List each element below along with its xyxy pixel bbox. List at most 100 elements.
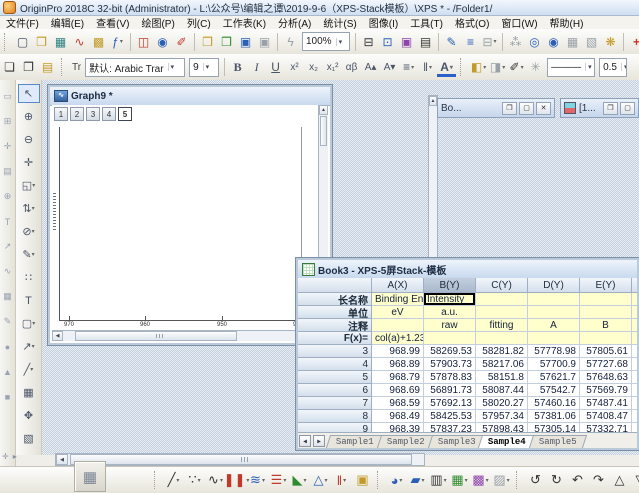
snap-layer-button[interactable]: ≡ (461, 32, 480, 51)
cell[interactable] (528, 306, 580, 319)
layer-grid-button[interactable]: ▦ (74, 461, 106, 492)
increase-font-button[interactable]: A▴ (361, 58, 380, 77)
sheet-tab[interactable]: Sample2 (377, 435, 435, 448)
alignment-button[interactable]: ≡ (399, 58, 418, 77)
zoom-icon[interactable]: ⊕ (1, 189, 15, 204)
cell[interactable]: Binding En (372, 293, 424, 306)
cell[interactable] (632, 371, 637, 384)
cell[interactable]: 57569.79 (580, 384, 632, 397)
layer-button[interactable]: 3 (86, 107, 100, 121)
scrollbar-thumb[interactable] (320, 116, 327, 146)
scatter-plot-button[interactable]: ∵ (184, 470, 205, 491)
menu-item[interactable]: 工作表(K) (217, 16, 272, 30)
cell[interactable]: 57487.41 (580, 397, 632, 410)
cell[interactable]: col(a)+1.23 (372, 332, 424, 345)
cell[interactable]: 968.59 (372, 397, 424, 410)
curve-icon[interactable]: ∿ (1, 264, 15, 279)
menu-item[interactable]: 查看(V) (90, 16, 135, 30)
new-layout-button[interactable]: ◫ (134, 32, 153, 51)
notes-icon[interactable]: ▤ (1, 164, 15, 179)
text-tool[interactable]: T (18, 291, 40, 310)
cell[interactable] (632, 384, 637, 397)
column-header[interactable]: D(Y) (528, 278, 580, 293)
graph-canvas[interactable]: 12345 970960950940 (52, 105, 318, 330)
cell[interactable]: 57542.7 (528, 384, 580, 397)
mask-tool[interactable]: ⊘ (18, 222, 40, 241)
sheet-tab[interactable]: Sample4 (478, 435, 536, 448)
draw-data-tool[interactable]: ✎ (18, 245, 40, 264)
restore-button[interactable]: ❐ (502, 102, 517, 115)
arrow-tool[interactable]: ↗ (18, 337, 40, 356)
scroll-left-button[interactable]: ◀ (52, 331, 63, 341)
menu-item[interactable]: 绘图(P) (135, 16, 180, 30)
glow-button[interactable]: ✳ (526, 58, 545, 77)
new-project-button[interactable]: ▢ (13, 32, 32, 51)
cell[interactable]: 968.89 (372, 358, 424, 371)
greek-button[interactable]: αβ (342, 58, 361, 77)
cell[interactable] (528, 293, 580, 306)
open-button[interactable]: ❒ (198, 32, 217, 51)
print-preview-button[interactable]: ⊡ (378, 32, 397, 51)
layer-button[interactable]: 4 (102, 107, 116, 121)
cell[interactable]: 57460.16 (528, 397, 580, 410)
image-plot-button[interactable]: ▨ (491, 470, 512, 491)
plot-3d-button[interactable]: ▰ (407, 470, 428, 491)
cell[interactable] (476, 293, 528, 306)
slide-view-button[interactable]: ◉ (153, 32, 172, 51)
new-folder-button[interactable]: ❒ (32, 32, 51, 51)
cell[interactable]: 58151.8 (476, 371, 528, 384)
underline-button[interactable]: U (266, 58, 285, 77)
line-plot-button[interactable]: ╱ (163, 470, 184, 491)
data-reader-tool[interactable]: ⇅ (18, 199, 40, 218)
column-header[interactable]: A(X) (372, 278, 424, 293)
column-header[interactable]: C(Y) (476, 278, 528, 293)
cell[interactable] (632, 319, 637, 332)
cell[interactable] (528, 332, 580, 345)
minimized-window-book[interactable]: Bo... ❐ ▢ ✕ (437, 98, 555, 118)
line-style-combo[interactable]: ——— (547, 58, 595, 77)
cell[interactable]: 57878.83 (424, 371, 476, 384)
cell[interactable] (372, 319, 424, 332)
decrease-font-button[interactable]: A▾ (380, 58, 399, 77)
cell[interactable] (632, 345, 637, 358)
column-header[interactable]: B(Y) (424, 278, 476, 293)
cell[interactable]: 57408.47 (580, 410, 632, 423)
new-graph-window-button[interactable]: ▣ (352, 470, 373, 491)
corner-cell[interactable] (298, 278, 372, 293)
command-window-button[interactable]: ▧ (582, 32, 601, 51)
bar-3d-button[interactable]: ▥ (428, 470, 449, 491)
text-icon[interactable]: T (1, 214, 15, 229)
specialized-plot-button[interactable]: ▩ (470, 470, 491, 491)
screen-reader-tool[interactable]: ✛ (18, 153, 40, 172)
font-name-combo[interactable]: 默认: Arabic Trar (85, 58, 185, 77)
cell[interactable]: 57700.9 (528, 358, 580, 371)
digitizer-button[interactable]: ✎ (442, 32, 461, 51)
menu-item[interactable]: 帮助(H) (544, 16, 590, 30)
zoom-in-tool[interactable]: ⊕ (18, 107, 40, 126)
stock-plot-button[interactable]: ‖ (331, 470, 352, 491)
cell[interactable]: 57621.7 (528, 371, 580, 384)
maximize-button[interactable]: ▢ (519, 102, 534, 115)
print-button[interactable]: ⊟ (359, 32, 378, 51)
cell[interactable]: 58087.44 (476, 384, 528, 397)
row-header-long-name[interactable]: 长名称 (298, 293, 372, 306)
cell[interactable]: B (580, 319, 632, 332)
blue-marker-icon[interactable]: ▲ (1, 364, 15, 379)
distribute-button[interactable]: ‖ (418, 58, 437, 77)
scroll-up-button[interactable]: ▲ (319, 105, 328, 115)
crosshair-icon[interactable]: ✛ (1, 139, 15, 154)
superscript-button[interactable]: x² (285, 58, 304, 77)
graph-horizontal-scrollbar[interactable]: ◀ (52, 330, 318, 341)
font-size-combo[interactable]: 9 (189, 58, 219, 77)
dock-handle-icon[interactable]: ✛ (2, 452, 9, 461)
row-header-formula[interactable]: F(x)= (298, 332, 372, 345)
cell[interactable]: 968.49 (372, 410, 424, 423)
row-header[interactable]: 3 (298, 345, 372, 358)
column-plot-button[interactable]: ❚❚ (226, 470, 247, 491)
row-header[interactable]: 7 (298, 397, 372, 410)
column-header[interactable]: E(Y) (580, 278, 632, 293)
pen-icon[interactable]: ✎ (1, 314, 15, 329)
scroll-left-button[interactable]: ◀ (56, 454, 68, 465)
cell[interactable] (632, 332, 637, 345)
line-tool[interactable]: ╱ (18, 360, 40, 379)
